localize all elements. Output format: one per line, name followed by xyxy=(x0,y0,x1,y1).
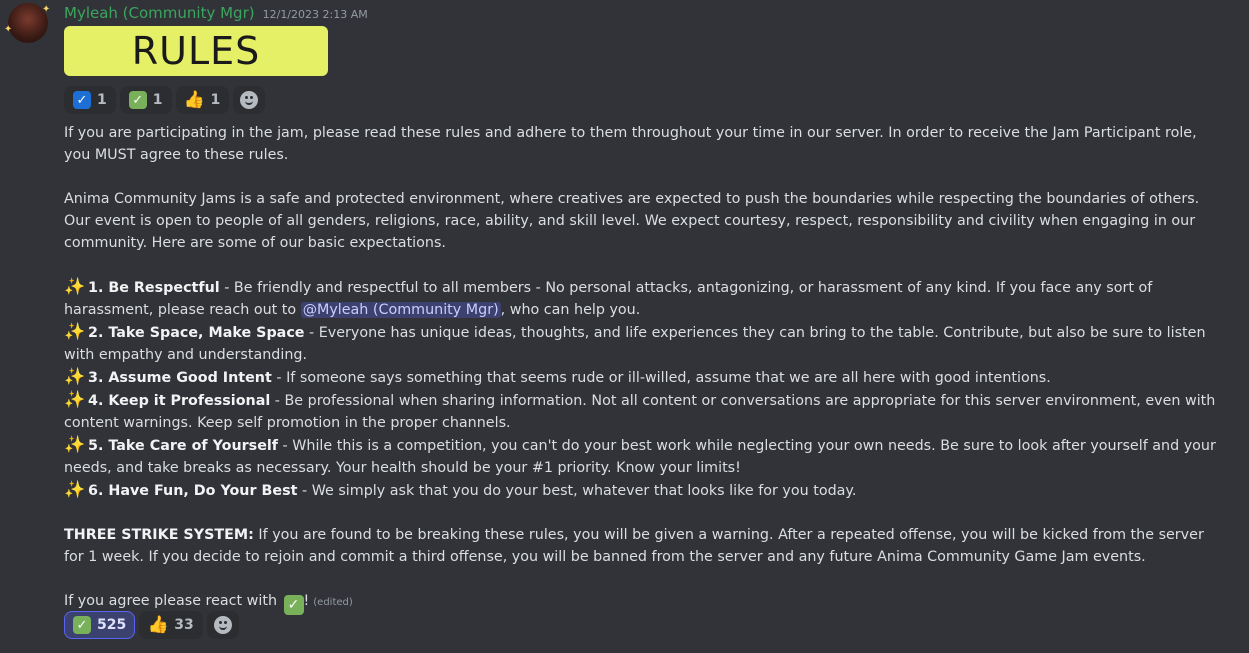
reaction-count: 525 xyxy=(97,617,127,633)
sparkles-icon: ✨ xyxy=(64,277,86,297)
avatar-sparkle-icon: ✦ xyxy=(42,4,51,15)
rule-title: 4. Keep it Professional xyxy=(88,393,271,409)
rule-title: 1. Be Respectful xyxy=(88,280,220,296)
user-avatar[interactable]: ✦ ✦ xyxy=(4,3,51,43)
reaction-blue-check[interactable]: ✓ 1 xyxy=(64,86,116,114)
description-paragraph: Anima Community Jams is a safe and prote… xyxy=(64,191,1200,251)
rule-item: ✨ 6. Have Fun, Do Your Best - We simply a… xyxy=(64,479,1224,502)
add-reaction-button[interactable] xyxy=(233,86,266,114)
reaction-count: 1 xyxy=(97,92,107,108)
rule-item: ✨ 3. Assume Good Intent - If someone says… xyxy=(64,366,1224,389)
user-mention[interactable]: @Myleah (Community Mgr) xyxy=(300,302,501,318)
add-reaction-button[interactable] xyxy=(206,611,239,639)
rules-banner-image: RULES xyxy=(64,26,328,76)
agree-text: If you agree please react with xyxy=(64,593,282,609)
sparkles-icon: ✨ xyxy=(64,435,86,455)
sparkles-icon: ✨ xyxy=(64,390,86,410)
thumbs-up-icon: 👍 xyxy=(147,614,169,635)
strike-title: THREE STRIKE SYSTEM: xyxy=(64,527,254,543)
edited-label: (edited) xyxy=(313,597,353,608)
reaction-count: 1 xyxy=(152,92,163,108)
timestamp: 12/1/2023 2:13 AM xyxy=(262,8,368,21)
rule-text: - If someone says something that seems r… xyxy=(271,370,1051,386)
rule-title: 2. Take Space, Make Space xyxy=(88,325,305,341)
green-check-icon: ✓ xyxy=(73,616,91,634)
rule-item: ✨ 5. Take Care of Yourself - While this i… xyxy=(64,434,1224,479)
rule-title: 6. Have Fun, Do Your Best xyxy=(88,483,298,499)
top-reaction-bar: ✓ 1 ✓ 1 👍 1 xyxy=(64,86,266,114)
sparkles-icon: ✨ xyxy=(64,480,86,500)
agree-suffix: ! xyxy=(303,593,310,609)
username[interactable]: Myleah (Community Mgr) xyxy=(64,4,255,22)
rule-title: 5. Take Care of Yourself xyxy=(88,438,279,454)
message-content: If you are participating in the jam, ple… xyxy=(64,122,1224,615)
add-reaction-icon xyxy=(213,616,232,634)
rule-text: , who can help you. xyxy=(500,302,641,318)
rule-item: ✨ 1. Be Respectful - Be friendly and resp… xyxy=(64,276,1224,321)
rule-item: ✨ 4. Keep it Professional - Be profession… xyxy=(64,389,1224,434)
intro-paragraph: If you are participating in the jam, ple… xyxy=(64,125,1197,163)
avatar-sparkle-icon: ✦ xyxy=(4,24,13,35)
reaction-thumbs-up[interactable]: 👍 1 xyxy=(175,86,230,114)
rule-title: 3. Assume Good Intent xyxy=(88,370,272,386)
add-reaction-icon xyxy=(240,91,259,109)
reaction-thumbs-up[interactable]: 👍 33 xyxy=(139,611,203,639)
thumbs-up-icon: 👍 xyxy=(183,89,206,110)
bottom-reaction-bar: ✓ 525 👍 33 xyxy=(64,611,239,639)
reaction-count: 1 xyxy=(210,92,221,108)
green-check-icon: ✓ xyxy=(283,595,304,615)
rule-item: ✨ 2. Take Space, Make Space - Everyone ha… xyxy=(64,321,1224,366)
strike-system-paragraph: THREE STRIKE SYSTEM: If you are found to… xyxy=(64,524,1224,568)
reaction-green-check[interactable]: ✓ 525 xyxy=(64,611,136,639)
blue-check-icon: ✓ xyxy=(73,91,91,109)
message-header: Myleah (Community Mgr) 12/1/2023 2:13 AM xyxy=(64,4,368,24)
sparkles-icon: ✨ xyxy=(64,367,86,387)
green-check-icon: ✓ xyxy=(128,91,147,109)
reaction-count: 33 xyxy=(174,617,194,633)
reaction-green-check[interactable]: ✓ 1 xyxy=(119,86,172,114)
sparkles-icon: ✨ xyxy=(64,322,86,342)
rule-text: - We simply ask that you do your best, w… xyxy=(297,483,857,499)
